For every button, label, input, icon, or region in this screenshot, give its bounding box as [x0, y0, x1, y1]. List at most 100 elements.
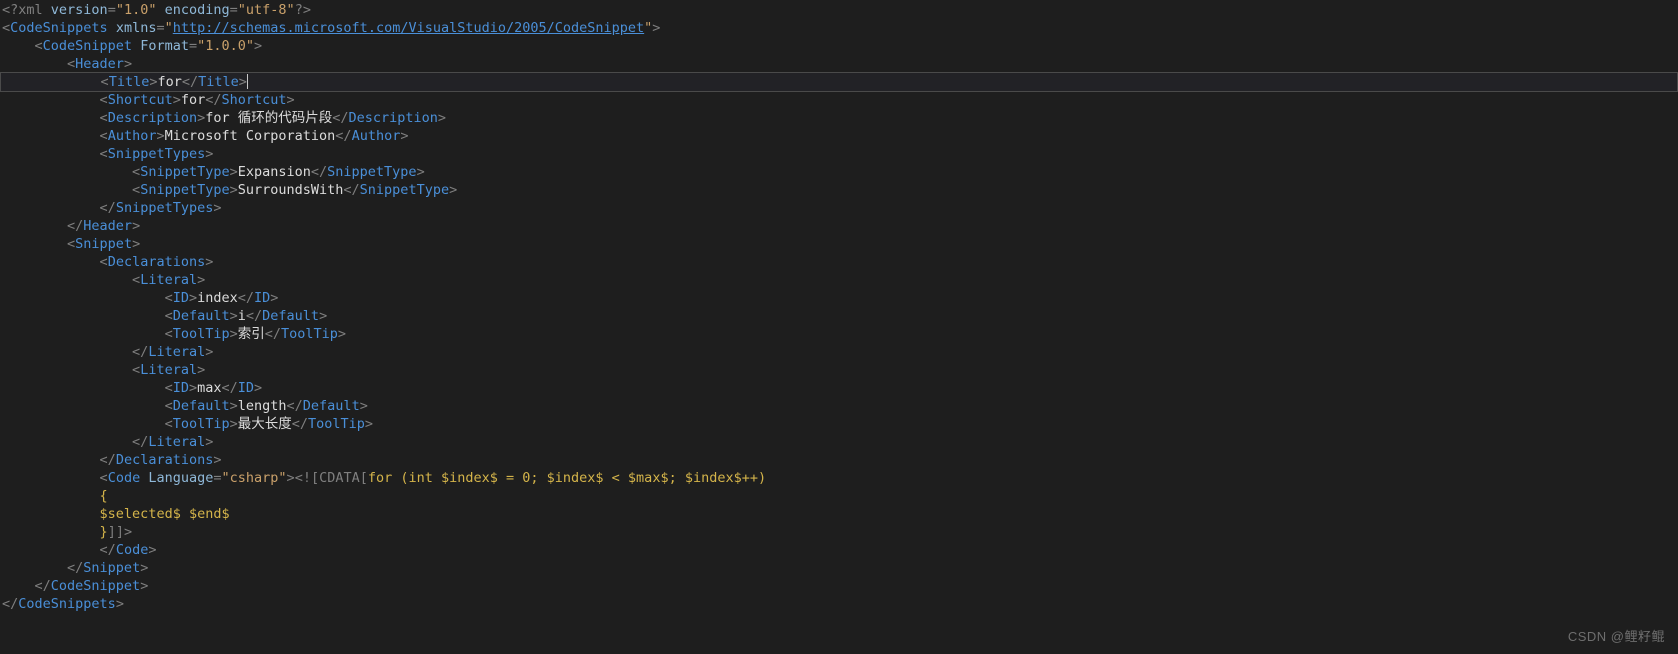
tag-snippettypes-open: SnippetTypes — [107, 146, 206, 162]
angle-open: < — [132, 182, 141, 198]
code-line-8[interactable]: <Author>Microsoft Corporation</Author> — [0, 127, 1678, 145]
code-line-16[interactable]: <Literal> — [0, 271, 1678, 289]
angle-close: > — [437, 110, 447, 126]
code-editor[interactable]: <?xml version="1.0" encoding="utf-8"?> <… — [0, 0, 1678, 654]
code-line-20[interactable]: </Literal> — [0, 343, 1678, 361]
code-line-19[interactable]: <ToolTip>索引</ToolTip> — [0, 325, 1678, 343]
code-line-17[interactable]: <ID>index</ID> — [0, 289, 1678, 307]
angle-open: < — [99, 470, 108, 486]
code-line-11[interactable]: <SnippetType>SurroundsWith</SnippetType> — [0, 181, 1678, 199]
code-line-14[interactable]: <Snippet> — [0, 235, 1678, 253]
angle-close: > — [172, 92, 181, 108]
angle-close-open: </ — [132, 344, 149, 360]
xml-attr-version: version — [50, 2, 108, 18]
snippettype-text-value: SurroundsWith — [237, 182, 344, 198]
tag-default-close: Default — [302, 398, 360, 414]
angle-close-open: </ — [205, 92, 222, 108]
angle-close-open: </ — [181, 74, 199, 90]
code-line-12[interactable]: </SnippetTypes> — [0, 199, 1678, 217]
angle-close: > — [188, 290, 198, 306]
code-line-10[interactable]: <SnippetType>Expansion</SnippetType> — [0, 163, 1678, 181]
code-line-25[interactable]: </Literal> — [0, 433, 1678, 451]
xmlns-url-link[interactable]: http://schemas.microsoft.com/VisualStudi… — [173, 20, 644, 36]
code-line-31[interactable]: </Code> — [0, 541, 1678, 559]
angle-close: > — [229, 164, 238, 180]
angle-close-open: </ — [286, 398, 303, 414]
tag-header-close: Header — [83, 218, 133, 234]
code-line-7[interactable]: <Description>for 循环的代码片段</Description> — [0, 109, 1678, 127]
angle-open: < — [164, 308, 173, 324]
angle-close: > — [238, 74, 247, 90]
angle-close: > — [140, 560, 149, 576]
attr-format: Format — [140, 38, 189, 54]
code-line-18[interactable]: <Default>i</Default> — [0, 307, 1678, 325]
angle-close: > — [205, 254, 214, 270]
code-line-2[interactable]: <CodeSnippets xmlns="http://schemas.micr… — [0, 19, 1678, 37]
csharp-placeholders: $selected$ $end$ — [99, 506, 230, 522]
angle-close: > — [449, 182, 458, 198]
code-line-9[interactable]: <SnippetTypes> — [0, 145, 1678, 163]
code-line-24[interactable]: <ToolTip>最大长度</ToolTip> — [0, 415, 1678, 433]
code-text-area[interactable]: <?xml version="1.0" encoding="utf-8"?> <… — [0, 0, 1678, 613]
angle-close: > — [254, 380, 263, 396]
language-value: "csharp" — [221, 470, 287, 486]
code-line-30[interactable]: }]]> — [0, 523, 1678, 541]
angle-open: < — [99, 254, 108, 270]
code-line-21[interactable]: <Literal> — [0, 361, 1678, 379]
angle-close: > — [197, 272, 206, 288]
tag-shortcut-close: Shortcut — [221, 92, 287, 108]
angle-open: < — [100, 74, 109, 90]
code-line-5-current[interactable]: <Title>for</Title> — [0, 72, 1678, 92]
code-line-29[interactable]: $selected$ $end$ — [0, 505, 1678, 523]
code-line-26[interactable]: </Declarations> — [0, 451, 1678, 469]
angle-open: < — [99, 146, 108, 162]
cdata-close-marker: ]]> — [107, 524, 133, 540]
angle-close: > — [286, 92, 295, 108]
angle-close-open: </ — [34, 578, 51, 594]
csharp-close-brace: } — [99, 524, 108, 540]
code-line-3[interactable]: <CodeSnippet Format="1.0.0"> — [0, 37, 1678, 55]
title-text-value: for — [157, 74, 182, 90]
code-line-27[interactable]: <Code Language="csharp"><![CDATA[for (in… — [0, 469, 1678, 487]
code-line-23[interactable]: <Default>length</Default> — [0, 397, 1678, 415]
angle-close-open: </ — [67, 218, 84, 234]
tooltip-text-value: 最大长度 — [237, 416, 292, 432]
code-line-13[interactable]: </Header> — [0, 217, 1678, 235]
angle-close: > — [270, 290, 279, 306]
xml-encoding-value: "utf-8" — [237, 2, 295, 18]
tag-snippettype-close: SnippetType — [359, 182, 450, 198]
code-line-34[interactable]: </CodeSnippets> — [0, 595, 1678, 613]
angle-close: > — [213, 200, 222, 216]
code-line-28[interactable]: { — [0, 487, 1678, 505]
code-line-1[interactable]: <?xml version="1.0" encoding="utf-8"?> — [0, 1, 1678, 19]
angle-close-open: </ — [291, 416, 309, 432]
code-line-33[interactable]: </CodeSnippet> — [0, 577, 1678, 595]
tag-snippet-open: Snippet — [75, 236, 133, 252]
code-line-32[interactable]: </Snippet> — [0, 559, 1678, 577]
angle-close: > — [229, 308, 238, 324]
angle-close: > — [132, 236, 141, 252]
tag-title-close: Title — [198, 74, 239, 90]
code-line-15[interactable]: <Declarations> — [0, 253, 1678, 271]
tag-codesnippet-close: CodeSnippet — [50, 578, 141, 594]
angle-open: < — [164, 416, 173, 432]
tag-code-open: Code — [107, 470, 141, 486]
code-line-4[interactable]: <Header> — [0, 55, 1678, 73]
code-line-22[interactable]: <ID>max</ID> — [0, 379, 1678, 397]
angle-open: < — [99, 92, 108, 108]
code-line-6[interactable]: <Shortcut>for</Shortcut> — [0, 91, 1678, 109]
angle-close-open: </ — [67, 560, 84, 576]
equals-sign: = — [229, 2, 238, 18]
tag-snippet-close: Snippet — [83, 560, 141, 576]
angle-close-open: </ — [343, 182, 360, 198]
tag-code-close: Code — [115, 542, 149, 558]
